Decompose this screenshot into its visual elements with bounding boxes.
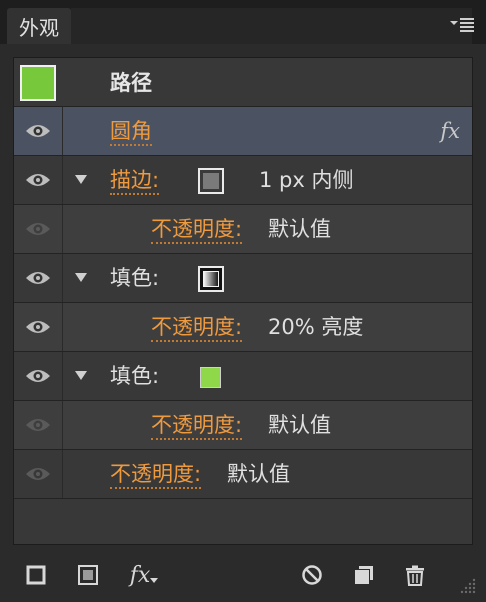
visibility-toggle[interactable] [14,205,63,253]
visibility-toggle[interactable] [14,352,63,400]
eye-icon-dim [26,223,50,235]
tab-appearance[interactable]: 外观 [7,8,71,44]
object-opacity-row[interactable]: 不透明度: 默认值 [14,450,472,499]
object-opacity-link[interactable]: 不透明度: [110,462,202,489]
fill-opacity-link[interactable]: 不透明度: [151,315,243,342]
eye-icon [26,321,50,333]
fill-label: 填色: [110,364,160,388]
fill-row-gradient[interactable]: 填色: [14,254,472,303]
green-fill-swatch[interactable] [200,367,221,388]
tab-label: 外观 [19,15,59,40]
effect-link[interactable]: 圆角 [110,119,152,146]
fx-icon[interactable]: fx [440,119,460,143]
fill-opacity-link[interactable]: 不透明度: [151,413,243,440]
add-effect-button[interactable]: fx [124,561,164,589]
fill-opacity-value: 20% 亮度 [268,315,364,339]
fill-opacity-value: 默认值 [268,413,331,437]
stroke-value[interactable]: 1 px 内侧 [259,170,353,191]
trash-icon[interactable] [402,562,428,588]
fill-row-green[interactable]: 填色: [14,352,472,401]
panel-title-bar: 外观 [0,0,486,44]
eye-icon [26,125,50,137]
dropdown-arrow-icon [150,578,159,583]
fill-label: 填色: [110,266,160,290]
eye-icon [26,370,50,382]
add-new-fill-icon[interactable] [76,563,100,587]
eye-icon [26,272,50,284]
visibility-toggle[interactable] [14,156,63,204]
fill-opacity-row[interactable]: 不透明度: 默认值 [14,401,472,450]
object-opacity-value: 默认值 [227,462,290,486]
eye-icon [26,174,50,186]
resize-grip-icon[interactable] [458,576,478,596]
gradient-fill-swatch[interactable] [198,266,224,292]
expand-triangle-icon[interactable] [75,371,87,380]
visibility-toggle[interactable] [14,401,63,449]
stroke-opacity-link[interactable]: 不透明度: [151,217,243,244]
bottom-toolbar: fx [0,548,486,602]
expand-triangle-icon[interactable] [75,175,87,184]
stroke-link[interactable]: 描边: [110,168,160,195]
tab-bar-empty [71,8,472,44]
stroke-opacity-value: 默认值 [268,217,331,241]
stroke-row[interactable]: 描边: 1 px 内侧 [14,156,472,205]
expand-triangle-icon[interactable] [75,273,87,282]
visibility-toggle[interactable] [14,303,63,351]
duplicate-item-icon[interactable] [352,563,376,587]
eye-icon-dim [26,468,50,480]
stroke-swatch[interactable] [198,168,224,194]
appearance-list: 路径 圆角 fx 描边: 1 px 内侧 不透明度: 默认值 填色: 不透明度:… [13,57,473,545]
visibility-toggle[interactable] [14,450,63,498]
panel-menu-icon[interactable] [448,14,476,36]
fill-opacity-row[interactable]: 不透明度: 20% 亮度 [14,303,472,352]
visibility-toggle[interactable] [14,254,63,302]
add-new-stroke-icon[interactable] [24,563,48,587]
target-row: 路径 [14,58,472,107]
visibility-toggle[interactable] [14,107,63,155]
target-thumbnail [20,65,56,101]
clear-appearance-icon[interactable] [300,563,324,587]
stroke-opacity-row[interactable]: 不透明度: 默认值 [14,205,472,254]
target-label: 路径 [110,71,152,95]
fx-label: fx [129,562,151,588]
effect-row-rounded-corners[interactable]: 圆角 fx [14,107,472,156]
eye-icon-dim [26,419,50,431]
